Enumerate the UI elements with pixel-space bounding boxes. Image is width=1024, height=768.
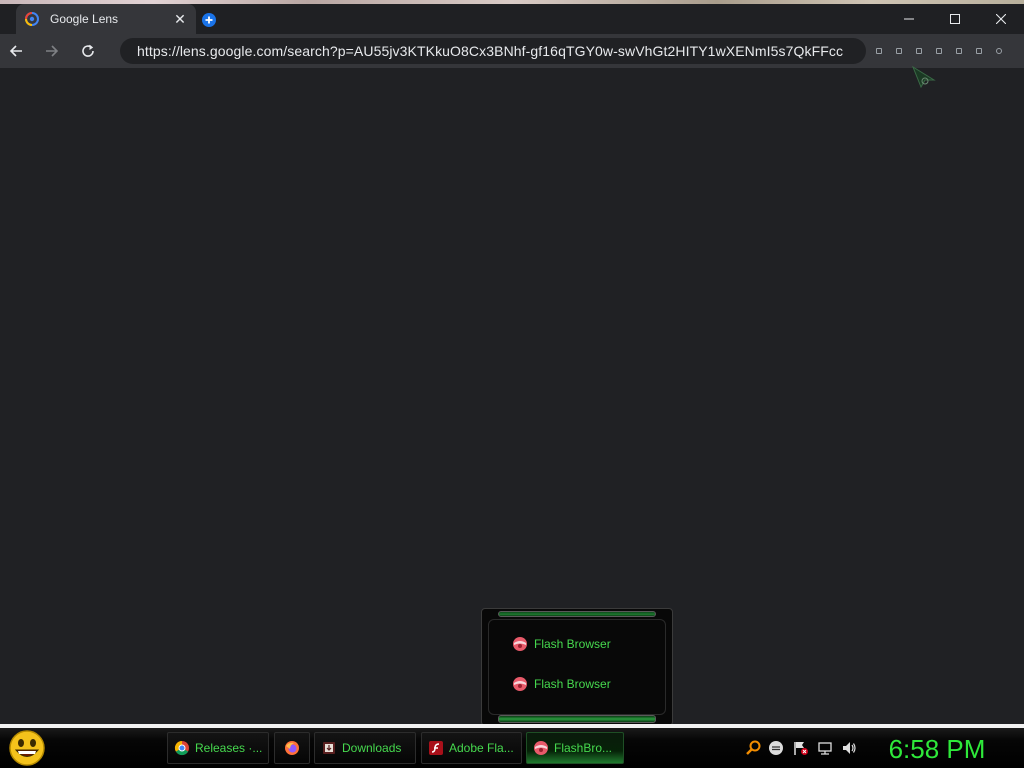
- taskbar-button-label: Adobe Fla...: [449, 741, 514, 755]
- address-url[interactable]: https://lens.google.com/search?p=AU55jv3…: [137, 43, 843, 59]
- flash-browser-icon: [513, 637, 527, 651]
- downloads-folder-icon: [323, 742, 335, 754]
- window-close-button[interactable]: [978, 4, 1024, 34]
- action-center-flag-icon[interactable]: [793, 740, 809, 756]
- tab-title: Google Lens: [50, 12, 119, 26]
- popup-top-bar: [498, 611, 656, 617]
- flash-browser-jumplist: Flash Browser Flash Browser: [481, 608, 673, 726]
- taskbar-button-label: FlashBro...: [554, 741, 613, 755]
- browser-toolbar: https://lens.google.com/search?p=AU55jv3…: [0, 34, 1024, 68]
- mouse-cursor-icon: [912, 66, 936, 88]
- volume-icon[interactable]: [841, 740, 857, 756]
- taskbar-clock[interactable]: 6:58 PM: [878, 731, 996, 767]
- messenger-icon[interactable]: [768, 740, 784, 756]
- forward-arrow-icon: [46, 45, 59, 57]
- tab-google-lens[interactable]: Google Lens ✕: [16, 4, 196, 34]
- taskbar-button-flashbrowser[interactable]: FlashBro...: [526, 732, 624, 764]
- taskbar: Releases ·... Downloads Adobe Fla... Fla…: [0, 728, 1024, 768]
- chrome-icon: [174, 740, 189, 756]
- network-icon[interactable]: [817, 740, 833, 756]
- google-lens-icon: [25, 12, 39, 26]
- address-bar[interactable]: https://lens.google.com/search?p=AU55jv3…: [120, 38, 866, 64]
- desktop-screen: Google Lens ✕ https://lens.google.com/se…: [0, 0, 1024, 768]
- taskbar-button-releases[interactable]: Releases ·...: [167, 732, 269, 764]
- taskbar-button-firefox[interactable]: [274, 732, 310, 764]
- extension-icons: [870, 46, 1010, 56]
- popup-bottom-bar: [498, 715, 656, 723]
- extension-icon[interactable]: [936, 48, 942, 54]
- taskbar-button-label: Releases ·...: [195, 741, 262, 755]
- back-arrow-icon: [9, 45, 22, 57]
- new-tab-plus-icon[interactable]: [201, 12, 217, 28]
- firefox-icon: [285, 741, 299, 755]
- adobe-flash-icon: [429, 741, 443, 755]
- taskbar-button-label: Downloads: [342, 741, 402, 755]
- close-icon: [996, 14, 1006, 24]
- flash-browser-icon: [534, 741, 548, 755]
- flash-browser-icon: [513, 677, 527, 691]
- menu-icon[interactable]: [996, 48, 1002, 54]
- minimize-icon: [904, 18, 914, 20]
- popup-item-flash-browser[interactable]: Flash Browser: [512, 675, 652, 693]
- popup-frame: [488, 619, 666, 715]
- extension-icon[interactable]: [956, 48, 962, 54]
- reload-icon: [82, 44, 94, 57]
- window-maximize-button[interactable]: [932, 4, 978, 34]
- browser-titlebar: Google Lens ✕: [0, 4, 1024, 34]
- popup-item-label: Flash Browser: [534, 637, 611, 651]
- tab-close-icon[interactable]: ✕: [172, 11, 188, 28]
- extension-icon[interactable]: [876, 48, 882, 54]
- smiley-start-icon[interactable]: [6, 729, 48, 767]
- extension-icon[interactable]: [896, 48, 902, 54]
- window-minimize-button[interactable]: [886, 4, 932, 34]
- reload-button[interactable]: [76, 39, 100, 63]
- popup-item-flash-browser[interactable]: Flash Browser: [512, 635, 652, 653]
- taskbar-button-downloads[interactable]: Downloads: [314, 732, 416, 764]
- back-button[interactable]: [4, 39, 28, 63]
- taskbar-button-adobe-flash[interactable]: Adobe Fla...: [421, 732, 522, 764]
- extension-icon[interactable]: [916, 48, 922, 54]
- search-icon[interactable]: [745, 740, 761, 756]
- forward-button[interactable]: [40, 39, 64, 63]
- extension-icon[interactable]: [976, 48, 982, 54]
- maximize-icon: [950, 14, 960, 24]
- popup-item-label: Flash Browser: [534, 677, 611, 691]
